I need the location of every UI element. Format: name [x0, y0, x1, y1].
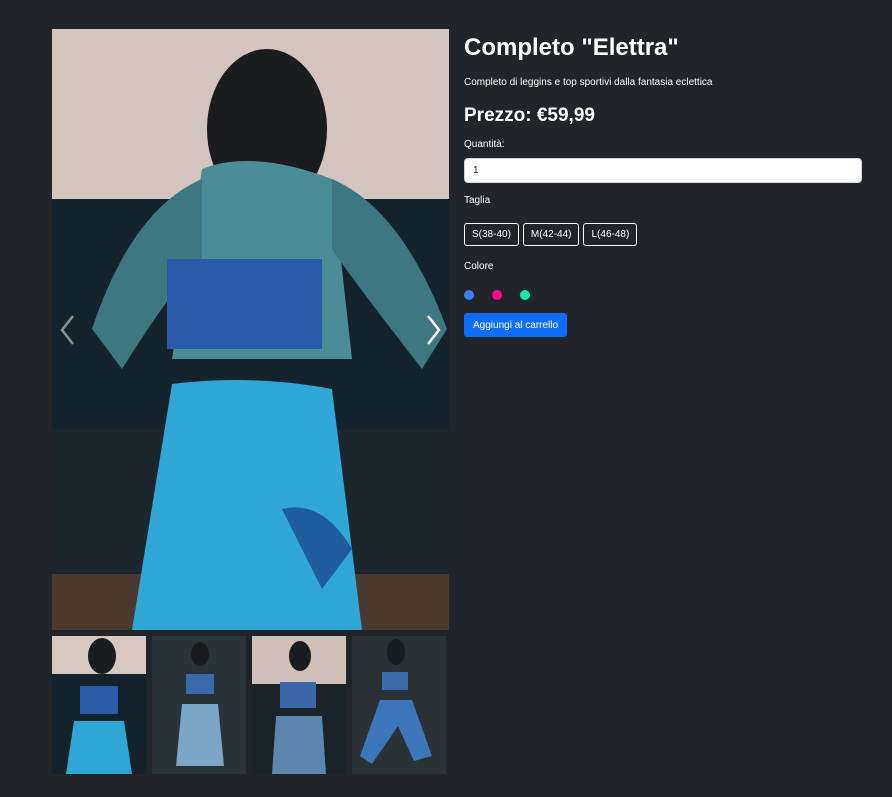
product-main-image — [52, 29, 449, 630]
product-details: Completo "Elettra" Completo di leggins e… — [464, 29, 862, 337]
carousel-next-button[interactable] — [421, 312, 445, 348]
color-swatch-green[interactable] — [520, 290, 530, 300]
thumbnail-2[interactable] — [152, 636, 246, 774]
color-options — [464, 290, 862, 300]
thumbnail-1[interactable] — [52, 636, 146, 774]
size-label: Taglia — [464, 195, 491, 206]
size-option-l[interactable]: L(46-48) — [583, 223, 638, 246]
quantity-label: Quantità: — [464, 139, 505, 150]
thumbnail-4[interactable] — [352, 636, 446, 774]
product-description: Completo di leggins e top sportivi dalla… — [464, 77, 713, 88]
chevron-left-icon — [60, 315, 74, 345]
product-title: Completo "Elettra" — [464, 34, 679, 61]
quantity-input[interactable] — [464, 158, 862, 183]
thumbnail-3[interactable] — [252, 636, 346, 774]
product-gallery — [52, 29, 449, 774]
carousel-prev-button[interactable] — [56, 312, 80, 348]
size-option-m[interactable]: M(42-44) — [522, 223, 580, 246]
color-swatch-blue[interactable] — [464, 290, 474, 300]
size-options: S(38-40) M(42-44) L(46-48) — [464, 223, 862, 246]
add-to-cart-button[interactable]: Aggiungi al carrello — [464, 313, 568, 337]
chevron-right-icon — [427, 315, 441, 345]
color-label: Colore — [464, 261, 494, 272]
color-swatch-pink[interactable] — [492, 290, 502, 300]
product-photo — [52, 29, 449, 630]
size-option-s[interactable]: S(38-40) — [464, 223, 519, 246]
product-price: Prezzo: €59,99 — [464, 105, 595, 126]
thumbnail-strip — [52, 636, 449, 774]
